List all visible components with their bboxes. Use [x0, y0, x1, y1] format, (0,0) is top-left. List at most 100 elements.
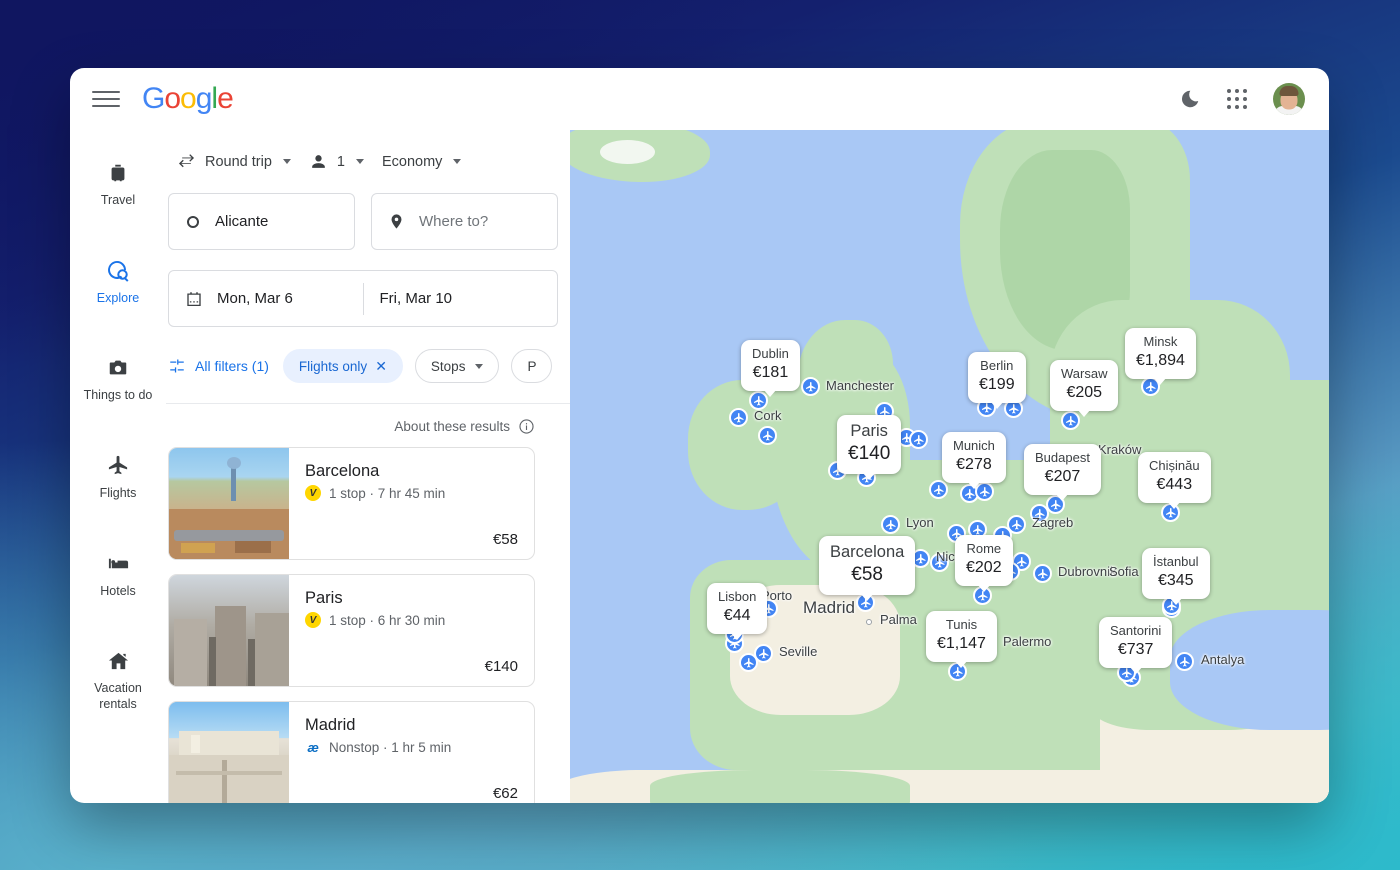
return-date-value: Fri, Mar 10: [379, 290, 453, 307]
chip-flights-only[interactable]: Flights only ✕: [282, 349, 403, 383]
info-icon[interactable]: [518, 418, 535, 435]
price-marker-minsk[interactable]: Minsk €1,894: [1125, 328, 1196, 379]
airport-pin-manchester[interactable]: [801, 377, 820, 396]
price-marker-city: Barcelona: [830, 543, 905, 561]
airport-pin-16[interactable]: [739, 653, 758, 672]
all-filters-button[interactable]: All filters (1): [168, 357, 271, 375]
city-label-krakw: Kraków: [1098, 442, 1142, 457]
google-apps-icon[interactable]: [1227, 89, 1247, 109]
price-marker-lisbon[interactable]: Lisbon €44: [707, 583, 768, 634]
main-menu-icon[interactable]: [92, 87, 120, 111]
destination-photo: [169, 575, 289, 686]
price-marker-budapest[interactable]: Budapest €207: [1024, 444, 1101, 495]
price-marker-istanbul[interactable]: İstanbul €345: [1142, 548, 1210, 599]
chip-stops[interactable]: Stops: [414, 349, 500, 383]
chip-price[interactable]: P: [511, 349, 553, 383]
origin-value: Alicante: [215, 213, 269, 230]
airport-pin-dubrovnik[interactable]: [1033, 564, 1052, 583]
price-marker-price: €202: [966, 558, 1002, 576]
maghreb-coast: [650, 770, 910, 803]
price-marker-tunis[interactable]: Tunis €1,147: [926, 611, 997, 662]
chip-label: Flights only: [298, 358, 368, 374]
price-marker-price: €207: [1044, 467, 1081, 485]
price-marker-price: €205: [1066, 383, 1103, 401]
cabin-class-selector[interactable]: Economy: [373, 148, 470, 176]
price-marker-berlin[interactable]: Berlin €199: [968, 352, 1026, 403]
airline-logo-icon: V: [305, 485, 321, 501]
airline-logo-icon: V: [305, 612, 321, 628]
chevron-down-icon: [475, 363, 484, 369]
origin-field[interactable]: Alicante: [168, 193, 355, 250]
glacier-iceland: [600, 140, 655, 164]
house-icon: [105, 648, 131, 674]
trip-type-selector[interactable]: Round trip: [168, 146, 300, 177]
city-label-lyon: Lyon: [906, 515, 934, 530]
airport-pin-5[interactable]: [909, 430, 928, 449]
result-card-paris[interactable]: Paris V 1 stop · 6 hr 30 min €140: [168, 574, 535, 687]
tune-icon: [170, 359, 184, 373]
sidebar-item-flights[interactable]: Flights: [74, 441, 162, 512]
sidebar-item-things-to-do[interactable]: Things to do: [74, 343, 162, 414]
close-icon[interactable]: ✕: [375, 359, 387, 373]
avatar[interactable]: [1273, 83, 1305, 115]
app-header: Google: [70, 68, 1329, 130]
price-marker-city: Lisbon: [718, 589, 757, 604]
about-these-results[interactable]: About these results: [166, 404, 570, 447]
chevron-down-icon: [282, 159, 291, 164]
explore-map[interactable]: Dublin €181 Berlin €199 Warsaw €205 Minsk €1,89…: [570, 130, 1329, 803]
destination-field[interactable]: Where to?: [371, 193, 558, 250]
city-label-seville: Seville: [779, 644, 818, 659]
destination-placeholder: Where to?: [419, 213, 489, 230]
price-marker-santorini[interactable]: Santorini €737: [1099, 617, 1173, 668]
depart-date-value: Mon, Mar 6: [217, 290, 293, 307]
destination-price: €140: [484, 658, 518, 675]
price-marker-paris[interactable]: Paris €140: [837, 415, 902, 474]
sidebar-item-explore[interactable]: Explore: [74, 246, 162, 317]
stops-duration: 1 stop · 6 hr 30 min: [329, 612, 446, 628]
swap-icon: [178, 154, 195, 168]
chevron-down-icon: [453, 159, 462, 164]
city-label-manchester: Manchester: [826, 378, 894, 393]
airport-pin-lyon[interactable]: [881, 515, 900, 534]
city-label-madrid: Madrid: [803, 598, 855, 617]
depart-date-field[interactable]: Mon, Mar 6: [169, 271, 363, 326]
price-marker-price: €58: [851, 563, 883, 585]
destination-photo: [169, 702, 289, 803]
price-marker-dublin[interactable]: Dublin €181: [741, 340, 800, 391]
sidebar-item-travel[interactable]: Travel: [74, 148, 162, 219]
google-logo[interactable]: Google: [142, 82, 234, 116]
sidebar-item-hotels[interactable]: Hotels: [74, 539, 162, 610]
price-marker-chiinu[interactable]: Chișinău €443: [1138, 452, 1211, 503]
destination-city: Barcelona: [305, 462, 380, 480]
price-marker-price: €181: [752, 363, 789, 381]
airline-logo-icon: æ: [307, 739, 319, 755]
sidebar-item-label: Explore: [96, 290, 140, 305]
airport-pin-cork[interactable]: [729, 408, 748, 427]
price-marker-barcelona[interactable]: Barcelona €58: [819, 536, 916, 595]
price-marker-city: Tunis: [945, 617, 978, 632]
sidebar-nav: Travel Explore Things to do Flights Hote…: [70, 130, 166, 803]
result-card-barcelona[interactable]: Barcelona V 1 stop · 7 hr 45 min €58: [168, 447, 535, 560]
airport-pin-9[interactable]: [929, 480, 948, 499]
sidebar-item-vacation-rentals[interactable]: Vacation rentals: [74, 636, 162, 722]
passengers-selector[interactable]: 1: [300, 146, 373, 177]
camera-icon: [105, 355, 131, 381]
price-marker-city: Chișinău: [1149, 458, 1200, 473]
city-label-sofia: Sofia: [1109, 564, 1139, 579]
origin-circle-icon: [187, 215, 199, 228]
destination-photo: [169, 448, 289, 559]
about-label: About these results: [394, 419, 510, 434]
dark-mode-icon[interactable]: [1179, 88, 1201, 110]
city-label-palma: Palma: [880, 612, 917, 627]
result-card-madrid[interactable]: Madrid æ Nonstop · 1 hr 5 min €62: [168, 701, 535, 803]
airport-pin-0[interactable]: [758, 426, 777, 445]
price-marker-munich[interactable]: Munich €278: [942, 432, 1006, 483]
price-marker-warsaw[interactable]: Warsaw €205: [1050, 360, 1119, 411]
airport-pin-antalya[interactable]: [1175, 652, 1194, 671]
city-label-dubrovnik: Dubrovnik: [1058, 564, 1117, 579]
calendar-icon: [187, 291, 201, 306]
price-marker-rome[interactable]: Rome €202: [955, 535, 1013, 586]
return-date-field[interactable]: Fri, Mar 10: [364, 271, 558, 326]
destination-price: €62: [492, 785, 518, 802]
sidebar-item-label: Travel: [100, 193, 136, 207]
